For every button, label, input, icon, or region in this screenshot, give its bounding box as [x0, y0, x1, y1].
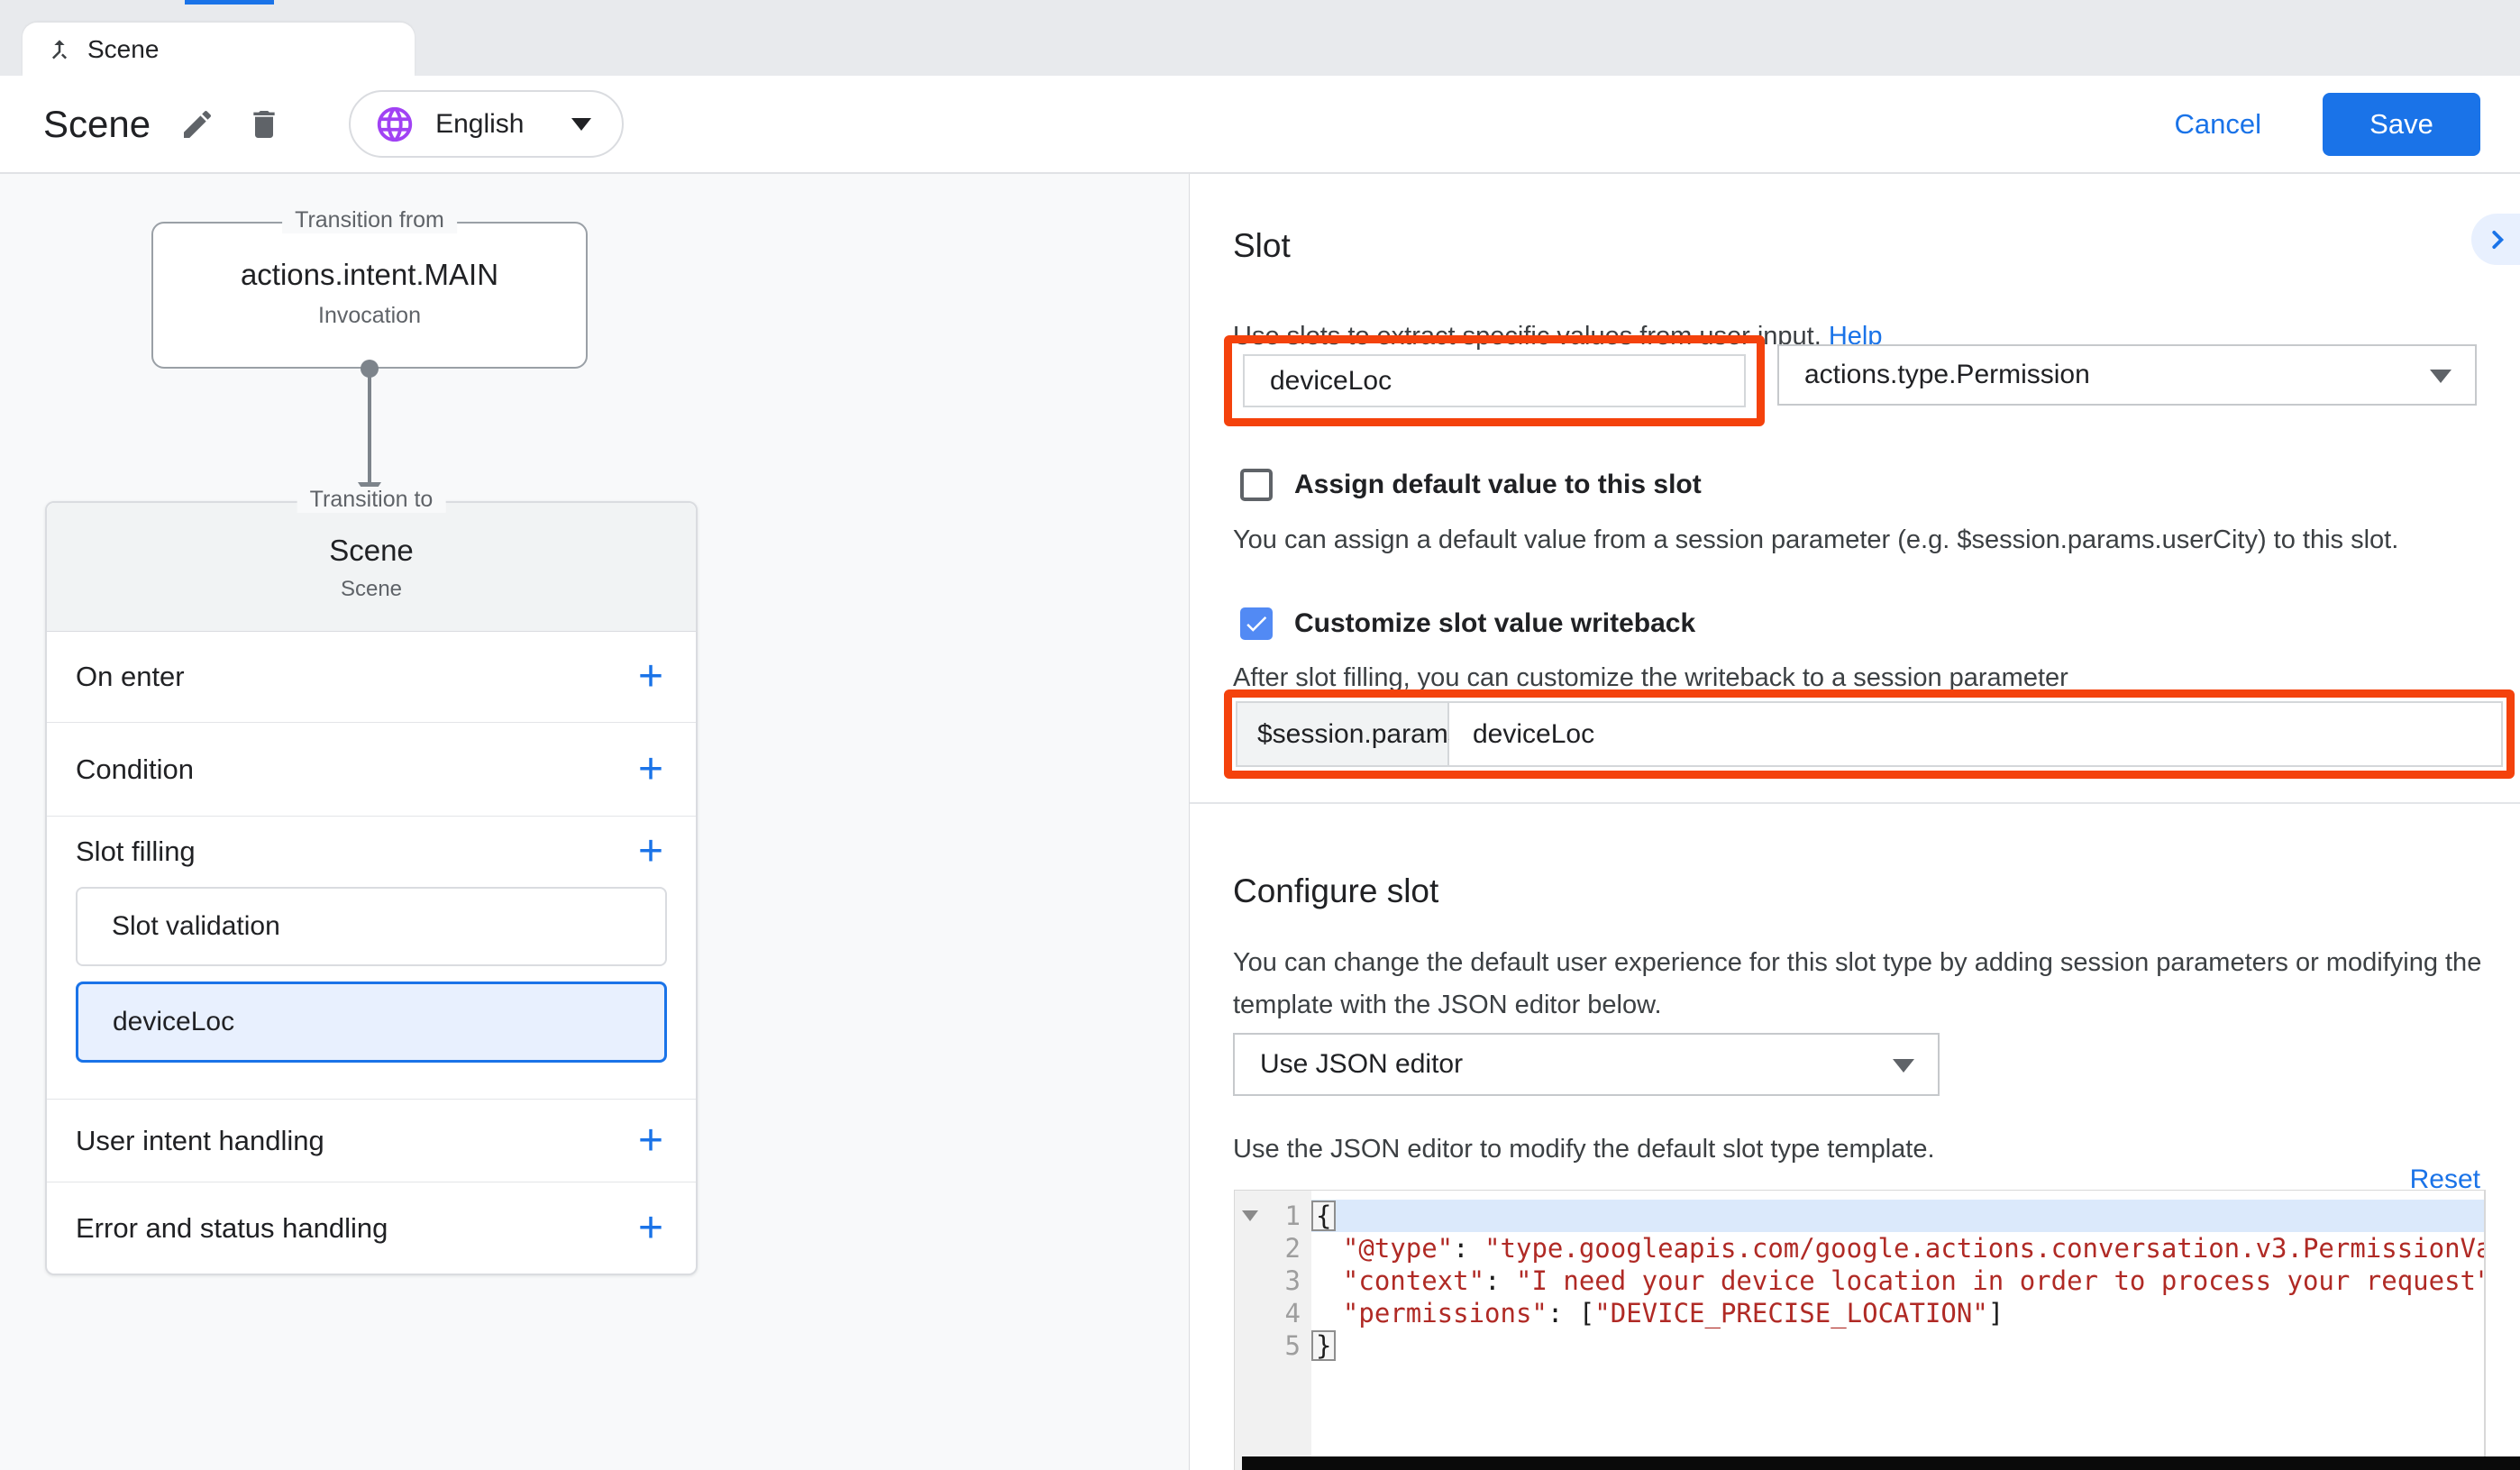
slot-validation-label: Slot validation — [112, 911, 280, 942]
browser-tab-accent — [185, 0, 274, 5]
line-number: 2 — [1235, 1232, 1311, 1265]
scene-editor-window: Scene Scene English Cancel Save Transiti… — [0, 0, 2520, 1470]
writeback-input-group: $session.params. — [1236, 701, 2503, 767]
fold-toggle-icon[interactable] — [1242, 1210, 1258, 1221]
writeback-param-input[interactable] — [1449, 703, 2501, 765]
section-user-intent: User intent handling + — [47, 1099, 696, 1182]
invocation-type: Invocation — [153, 303, 586, 329]
transition-from-legend: Transition from — [282, 207, 457, 233]
editor-horizontal-scrollbar[interactable] — [1242, 1456, 2520, 1470]
merge-type-icon — [46, 36, 73, 63]
cancel-button[interactable]: Cancel — [2169, 107, 2268, 142]
tab-bar: Scene — [0, 0, 2520, 76]
editor-right-border — [2485, 1190, 2486, 1470]
slot-heading: Slot — [1233, 227, 1291, 265]
connector-line — [368, 369, 371, 484]
slot-type-value: actions.type.Permission — [1804, 360, 2090, 390]
slot-name-input[interactable] — [1243, 354, 1746, 407]
editor-mode-select[interactable]: Use JSON editor — [1233, 1033, 1940, 1096]
save-button[interactable]: Save — [2323, 93, 2480, 156]
slot-type-select[interactable]: actions.type.Permission — [1777, 344, 2477, 406]
scene-flow-canvas: Transition from actions.intent.MAIN Invo… — [0, 174, 1190, 1470]
json-editor: 12345 { "@type": "type.googleapis.com/go… — [1234, 1190, 2485, 1470]
invocation-node[interactable]: actions.intent.MAIN Invocation — [151, 222, 588, 369]
section-user-intent-label: User intent handling — [76, 1125, 324, 1157]
configure-slot-desc: You can change the default user experien… — [1233, 942, 2504, 1027]
header: Scene English Cancel Save — [0, 76, 2520, 174]
json-editor-hint: Use the JSON editor to modify the defaul… — [1233, 1135, 1935, 1164]
tab-scene[interactable]: Scene — [23, 23, 415, 76]
section-on-enter-label: On enter — [76, 661, 185, 693]
line-number: 5 — [1235, 1329, 1311, 1362]
scene-node-header[interactable]: Scene Scene — [47, 503, 696, 632]
code-line: } — [1311, 1329, 2484, 1362]
page-title: Scene — [43, 103, 151, 146]
editor-mode-value: Use JSON editor — [1260, 1049, 1463, 1080]
language-label: English — [435, 109, 524, 140]
slot-detail-panel: Slot Use slots to extract specific value… — [1190, 174, 2520, 1470]
editor-code-area[interactable]: { "@type": "type.googleapis.com/google.a… — [1311, 1191, 2484, 1470]
scene-node-subtitle: Scene — [47, 577, 696, 602]
code-line: "context": "I need your device location … — [1311, 1265, 2484, 1297]
add-slot-button[interactable]: + — [635, 834, 667, 870]
section-divider — [1190, 802, 2520, 804]
assign-default-desc: You can assign a default value from a se… — [1233, 525, 2398, 555]
check-icon — [1243, 610, 1270, 637]
code-line: "@type": "type.googleapis.com/google.act… — [1311, 1232, 2484, 1265]
code-line: "permissions": ["DEVICE_PRECISE_LOCATION… — [1311, 1297, 2484, 1329]
edit-scene-button[interactable] — [172, 99, 223, 150]
connector-dot — [361, 360, 379, 378]
invocation-intent: actions.intent.MAIN — [153, 258, 586, 292]
line-number: 4 — [1235, 1297, 1311, 1329]
collapse-panel-button[interactable] — [2471, 214, 2520, 265]
assign-default-row: Assign default value to this slot — [1240, 469, 1702, 501]
tab-scene-label: Scene — [87, 35, 159, 64]
globe-icon — [374, 104, 415, 145]
slot-deviceloc-item[interactable]: deviceLoc — [76, 982, 667, 1063]
slot-validation-item[interactable]: Slot validation — [76, 887, 667, 966]
content: Transition from actions.intent.MAIN Invo… — [0, 174, 2520, 1470]
add-condition-button[interactable]: + — [635, 752, 667, 788]
delete-scene-button[interactable] — [239, 99, 289, 150]
section-on-enter: On enter + — [47, 632, 696, 722]
annotation-highlight-slot-name — [1224, 335, 1765, 426]
section-slot-filling: Slot filling + Slot validation deviceLoc — [47, 816, 696, 1099]
scene-node-title: Scene — [47, 534, 696, 568]
section-condition: Condition + — [47, 722, 696, 817]
trash-icon — [246, 106, 282, 142]
add-on-enter-button[interactable]: + — [635, 659, 667, 695]
add-error-handler-button[interactable]: + — [635, 1210, 667, 1246]
slot-deviceloc-label: deviceLoc — [113, 1007, 234, 1037]
writeback-row: Customize slot value writeback — [1240, 607, 1695, 640]
pencil-icon — [179, 106, 215, 142]
section-condition-label: Condition — [76, 753, 194, 786]
dropdown-arrow-icon — [2430, 370, 2452, 383]
writeback-label: Customize slot value writeback — [1294, 608, 1695, 639]
dropdown-arrow-icon — [1893, 1059, 1914, 1073]
code-line: { — [1311, 1200, 2484, 1232]
editor-gutter: 12345 — [1235, 1191, 1311, 1470]
chevron-right-icon — [2484, 226, 2511, 253]
section-slot-filling-label: Slot filling — [76, 835, 196, 868]
transition-to-legend: Transition to — [297, 487, 446, 513]
section-error-handling: Error and status handling + — [47, 1182, 696, 1274]
scene-node-card: Scene Scene On enter + Condition + Slot … — [45, 501, 698, 1275]
line-number: 3 — [1235, 1265, 1311, 1297]
writeback-prefix: $session.params. — [1237, 703, 1449, 765]
configure-slot-heading: Configure slot — [1233, 872, 1438, 910]
chevron-down-icon — [571, 118, 591, 131]
language-selector[interactable]: English — [349, 90, 623, 158]
section-error-handling-label: Error and status handling — [76, 1212, 388, 1245]
writeback-checkbox[interactable] — [1240, 607, 1273, 640]
assign-default-label: Assign default value to this slot — [1294, 470, 1702, 500]
add-user-intent-button[interactable]: + — [635, 1123, 667, 1159]
annotation-highlight-writeback: $session.params. — [1224, 689, 2515, 779]
assign-default-checkbox[interactable] — [1240, 469, 1273, 501]
